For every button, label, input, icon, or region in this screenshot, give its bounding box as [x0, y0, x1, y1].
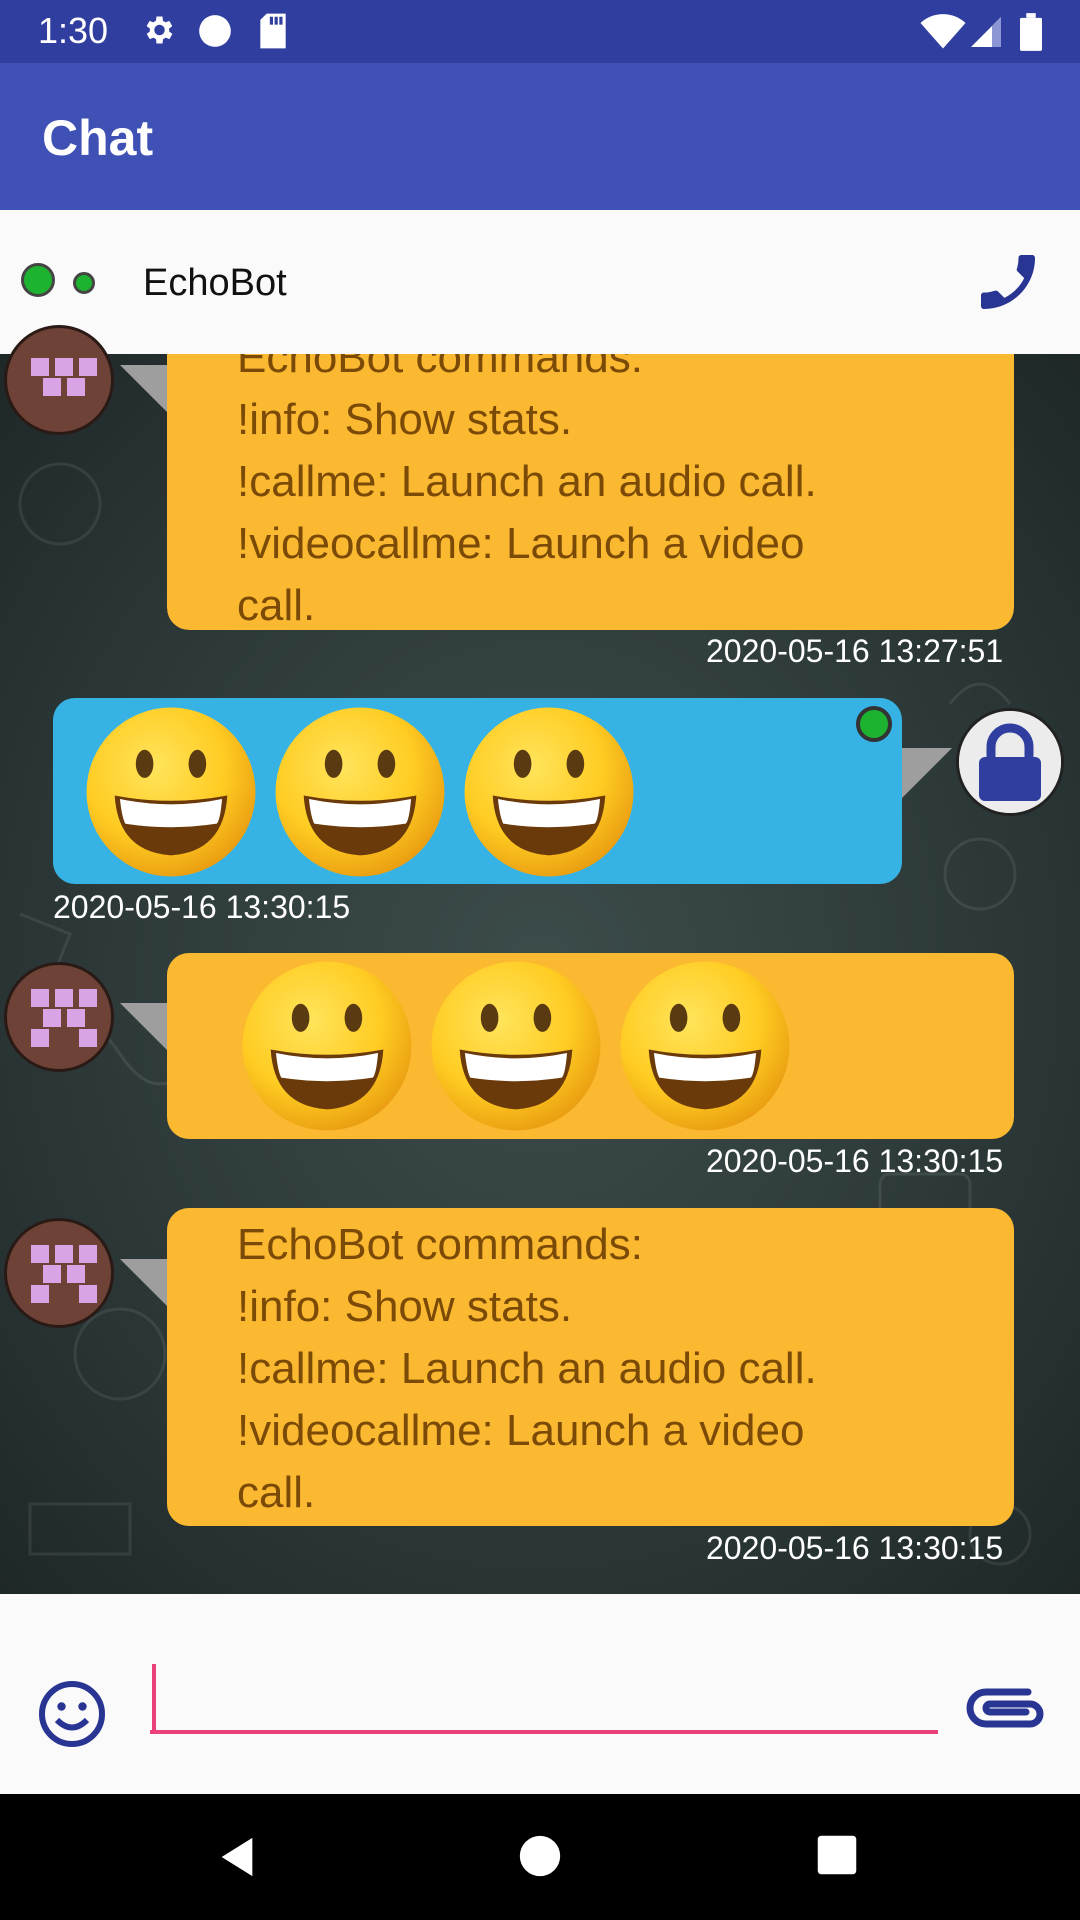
- bubble-tail: [120, 1003, 170, 1053]
- grinning-face-emoji: [239, 958, 415, 1134]
- bubble-tail: [902, 748, 952, 798]
- circle-icon: [199, 15, 231, 47]
- message-timestamp: 2020-05-16 13:30:15: [706, 1143, 1004, 1179]
- bot-avatar[interactable]: [4, 325, 114, 435]
- bot-message-bubble[interactable]: EchoBot commands: !info: Show stats. !ca…: [167, 1208, 1014, 1526]
- paperclip-icon[interactable]: [964, 1680, 1048, 1740]
- sd-card-icon: [260, 13, 286, 49]
- message-timestamp: 2020-05-16 13:30:15: [53, 889, 351, 925]
- grinning-face-emoji: [617, 958, 793, 1134]
- bubble-tail: [120, 1259, 170, 1309]
- smiley-icon[interactable]: [36, 1678, 108, 1750]
- gear-icon: [146, 16, 173, 44]
- contact-name: EchoBot: [143, 262, 287, 304]
- grinning-face-emoji: [461, 704, 637, 880]
- lock-icon: [959, 711, 1061, 813]
- message-timestamp: 2020-05-16 13:30:15: [706, 1530, 1004, 1566]
- message-input[interactable]: [150, 1666, 938, 1734]
- my-message-bubble[interactable]: [53, 698, 902, 884]
- message-text: EchoBot commands: !info: Show stats. !ca…: [237, 1220, 817, 1517]
- bot-avatar[interactable]: [4, 962, 114, 1072]
- bot-avatar[interactable]: [4, 1218, 114, 1328]
- phone-icon[interactable]: [972, 246, 1044, 318]
- app-bar: Chat: [0, 63, 1080, 210]
- recents-icon[interactable]: [816, 1834, 858, 1876]
- back-icon[interactable]: [214, 1834, 260, 1880]
- system-nav-bar: [0, 1794, 1080, 1920]
- presence-status-dot: [21, 263, 55, 297]
- signal-icon: [971, 17, 1001, 47]
- bot-message-bubble[interactable]: EchoBot commands: !info: Show stats. !ca…: [167, 354, 1014, 630]
- connection-status-dot: [73, 272, 95, 294]
- grinning-face-emoji: [272, 704, 448, 880]
- bot-message-bubble[interactable]: [167, 953, 1014, 1139]
- page-title: Chat: [42, 110, 154, 166]
- status-time: 1:30: [38, 10, 109, 51]
- delivery-status-dot: [856, 706, 892, 742]
- grinning-face-emoji: [428, 958, 604, 1134]
- grinning-face-emoji: [83, 704, 259, 880]
- home-icon[interactable]: [518, 1834, 562, 1878]
- message-text: EchoBot commands: !info: Show stats. !ca…: [237, 333, 817, 630]
- bubble-tail: [120, 365, 170, 415]
- status-bar: 1:30: [0, 0, 1080, 63]
- message-timestamp: 2020-05-16 13:27:51: [706, 633, 1004, 669]
- wifi-icon: [920, 14, 966, 49]
- battery-icon: [1020, 13, 1042, 51]
- text-cursor: [152, 1664, 156, 1734]
- my-avatar[interactable]: [956, 708, 1064, 816]
